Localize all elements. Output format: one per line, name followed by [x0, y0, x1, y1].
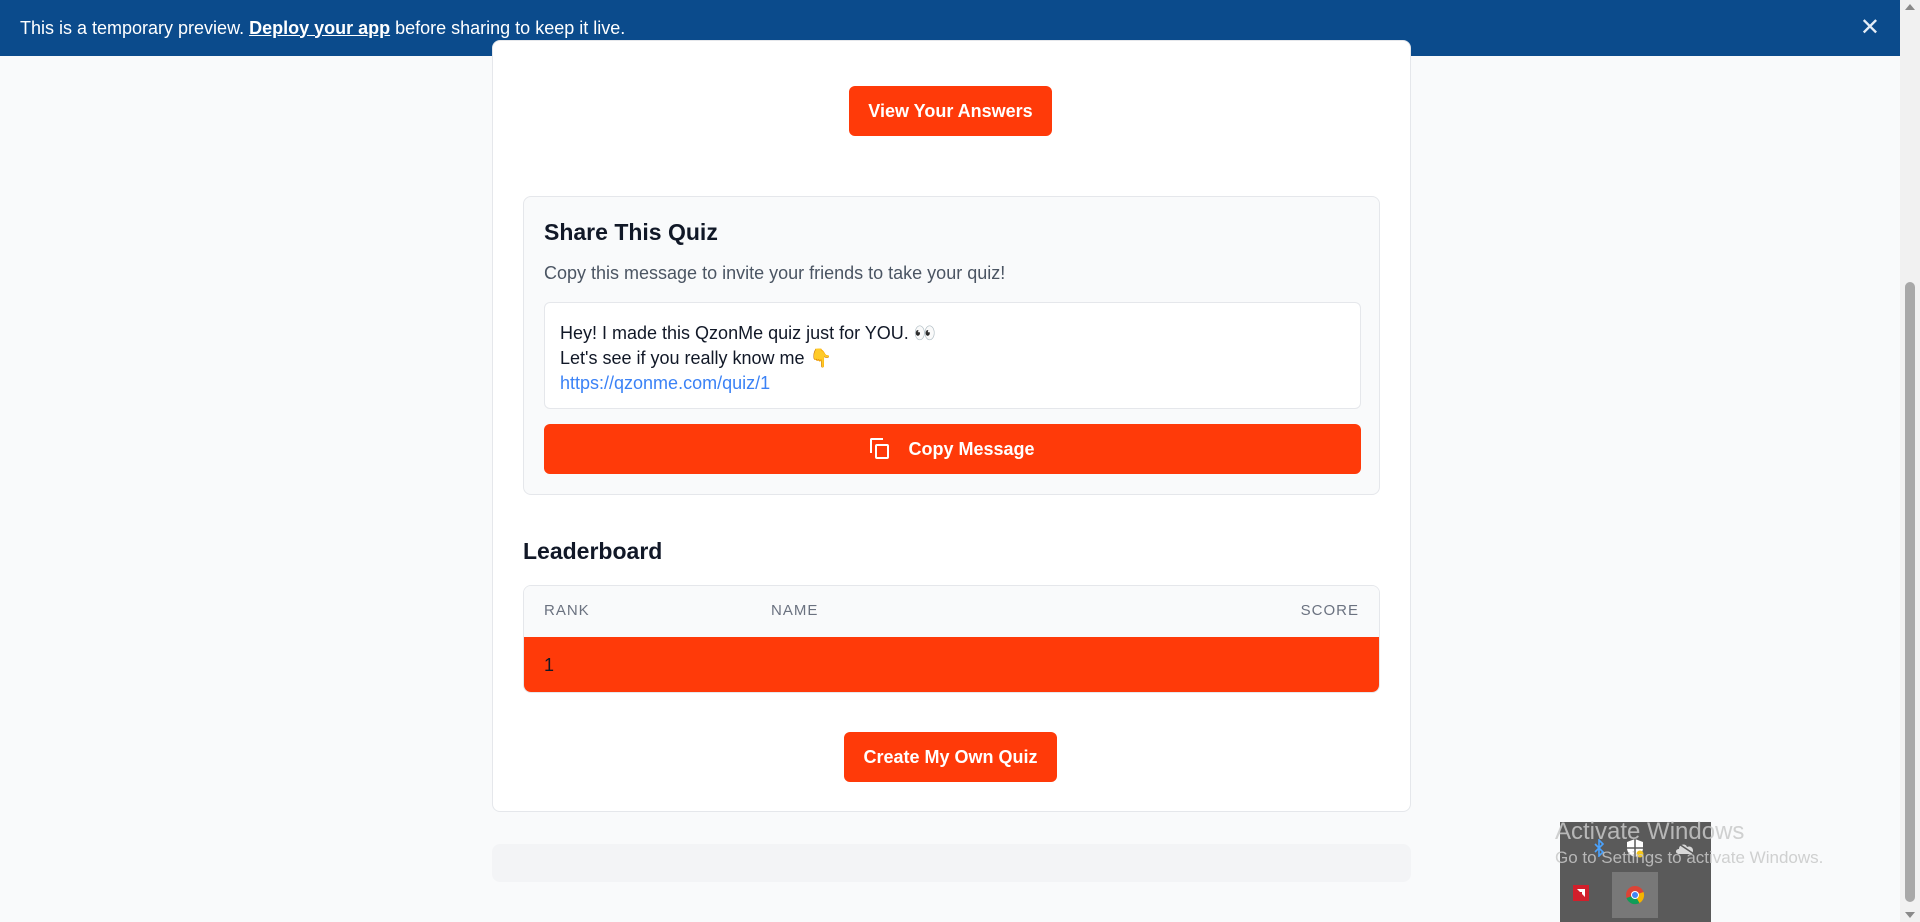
score-column-header: SCORE — [1300, 602, 1359, 619]
vertical-scrollbar[interactable] — [1900, 0, 1920, 922]
footer-placeholder — [492, 844, 1411, 882]
view-answers-button[interactable]: View Your Answers — [849, 86, 1052, 136]
name-column-header: NAME — [771, 602, 819, 619]
banner-text-after: before sharing to keep it live. — [395, 17, 626, 38]
leaderboard-table: RANK NAME SCORE 1 — [523, 585, 1380, 693]
leaderboard-title: Leaderboard — [523, 538, 663, 564]
quiz-link[interactable]: https://qzonme.com/quiz/1 — [560, 371, 1345, 396]
share-quiz-panel: Share This Quiz Copy this message to inv… — [523, 196, 1380, 495]
leaderboard-header: RANK NAME SCORE — [524, 586, 1379, 637]
copy-icon — [870, 438, 890, 460]
scroll-down-icon[interactable] — [1905, 912, 1915, 918]
quiz-result-card: View Your Answers Share This Quiz Copy t… — [492, 40, 1411, 812]
copy-message-button[interactable]: Copy Message — [544, 424, 1361, 474]
chrome-icon[interactable] — [1612, 872, 1658, 918]
security-icon[interactable] — [1620, 833, 1650, 863]
message-line-1: Hey! I made this QzonMe quiz just for YO… — [560, 323, 937, 343]
create-quiz-button[interactable]: Create My Own Quiz — [844, 732, 1057, 782]
scroll-thumb[interactable] — [1905, 282, 1915, 902]
share-title: Share This Quiz — [544, 219, 718, 245]
close-icon[interactable]: ✕ — [1860, 14, 1880, 42]
amd-icon[interactable] — [1566, 878, 1596, 908]
onedrive-icon[interactable] — [1670, 833, 1700, 863]
share-message-box[interactable]: Hey! I made this QzonMe quiz just for YO… — [544, 302, 1361, 409]
bluetooth-icon[interactable] — [1584, 833, 1614, 863]
rank-column-header: RANK — [544, 602, 590, 619]
table-row: 1 — [524, 637, 1379, 692]
row-rank: 1 — [544, 655, 555, 675]
deploy-app-link[interactable]: Deploy your app — [249, 18, 390, 39]
system-tray-overflow — [1560, 822, 1711, 922]
copy-message-label: Copy Message — [908, 438, 1035, 459]
message-line-2: Let's see if you really know me 👇 — [560, 348, 832, 368]
scroll-up-icon[interactable] — [1905, 4, 1915, 10]
banner-text-before: This is a temporary preview. — [20, 17, 245, 38]
share-description: Copy this message to invite your friends… — [544, 263, 1006, 283]
